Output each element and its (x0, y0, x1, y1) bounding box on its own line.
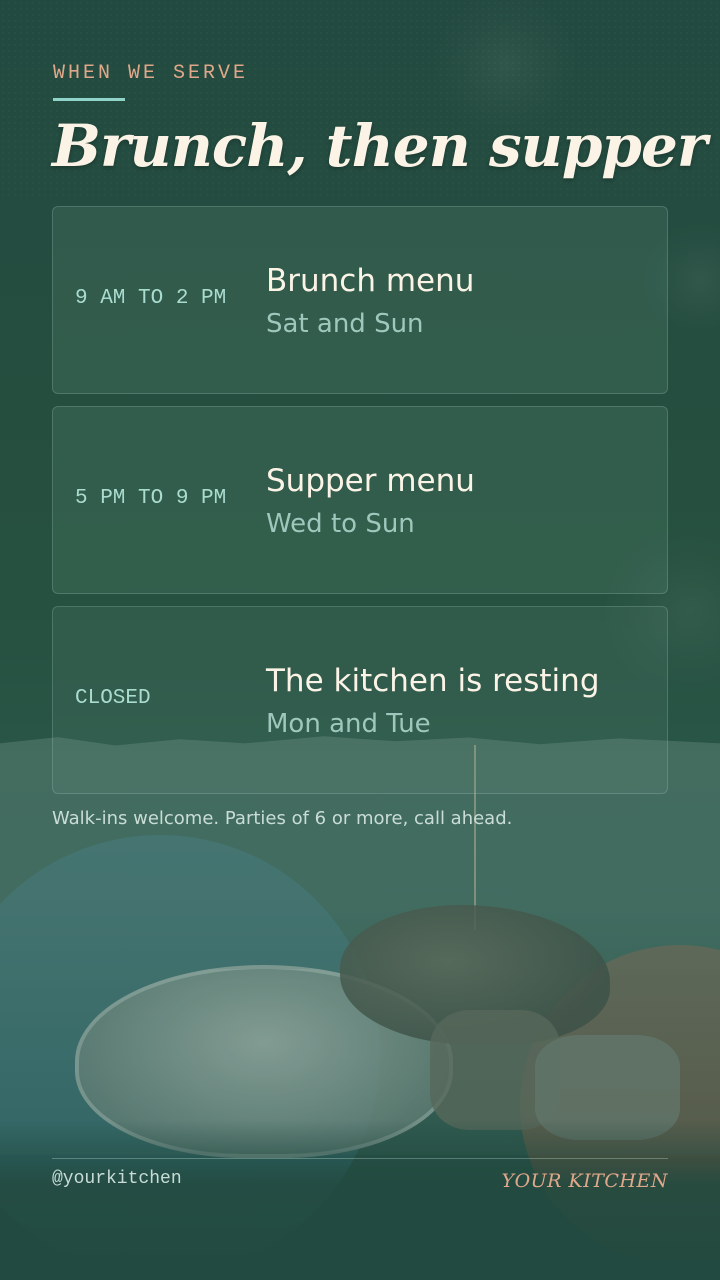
service-name: Brunch menu (266, 263, 475, 299)
service-days: Mon and Tue (266, 709, 431, 739)
eyebrow-underline (53, 98, 125, 101)
service-time: 5 PM TO 9 PM (75, 487, 227, 510)
schedule-card-closed: CLOSED The kitchen is resting Mon and Tu… (52, 606, 668, 794)
schedule-card-supper: 5 PM TO 9 PM Supper menu Wed to Sun (52, 406, 668, 594)
service-time: 9 AM TO 2 PM (75, 287, 227, 310)
page-title: Brunch, then supper (52, 112, 707, 180)
social-handle: @yourkitchen (52, 1169, 182, 1189)
poster: WHEN WE SERVE Brunch, then supper 9 AM T… (0, 0, 720, 1280)
service-days: Sat and Sun (266, 309, 424, 339)
service-name: Supper menu (266, 463, 475, 499)
reservation-note: Walk-ins welcome. Parties of 6 or more, … (52, 808, 513, 829)
bottom-fade (0, 1120, 720, 1280)
service-time: CLOSED (75, 687, 151, 710)
eyebrow-label: WHEN WE SERVE (53, 62, 249, 85)
service-days: Wed to Sun (266, 509, 415, 539)
brand-name: YOUR KITCHEN (501, 1170, 668, 1192)
footer-divider (52, 1158, 668, 1159)
service-name: The kitchen is resting (266, 663, 600, 699)
schedule-card-brunch: 9 AM TO 2 PM Brunch menu Sat and Sun (52, 206, 668, 394)
